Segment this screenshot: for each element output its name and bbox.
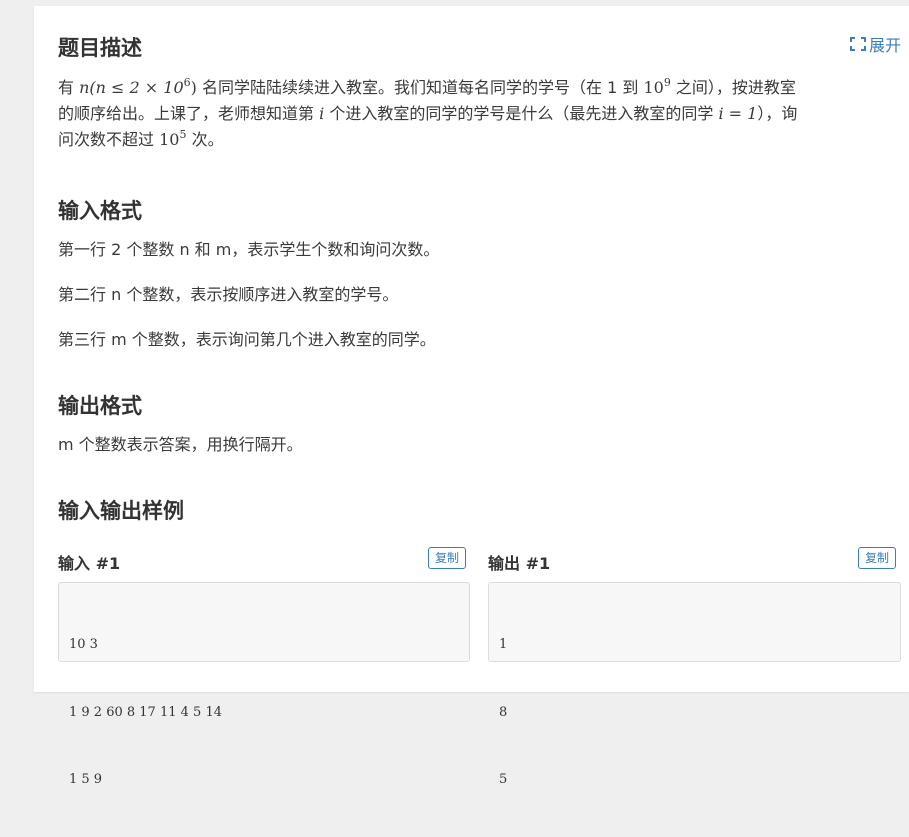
copy-input-button[interactable]: 复制 (428, 547, 467, 569)
problem-card: 题目描述 展开 有 n(n ≤ 2 × 106) 名同学陆陆续续进入教室。我们知… (34, 6, 909, 787)
input-format-line-3: 第三行 m 个整数，表示询问第几个进入教室的同学。 (58, 330, 436, 349)
sample-input-line: 10 3 (69, 637, 98, 652)
section-title-description: 题目描述 (58, 36, 142, 60)
sample-output-box[interactable]: 1 8 5 (488, 582, 901, 787)
section-title-input-format: 输入格式 (58, 199, 142, 223)
sample-input-line: 1 5 9 (69, 772, 103, 787)
input-format-line-1: 第一行 2 个整数 n 和 m，表示学生个数和询问次数。 (58, 240, 440, 259)
section-title-output-format: 输出格式 (58, 394, 142, 418)
expand-button[interactable]: 展开 (849, 32, 901, 56)
sample-input-line: 1 9 2 60 8 17 11 4 5 14 (69, 704, 222, 720)
sample-output-line: 1 (499, 637, 508, 652)
sample-input-box[interactable]: 10 3 1 9 2 60 8 17 11 4 5 14 1 5 9 (58, 582, 470, 787)
sample-output-line: 5 (499, 772, 508, 787)
expand-icon (849, 37, 866, 51)
input-format-line-2: 第二行 n 个整数，表示按顺序进入教室的学号。 (58, 285, 399, 304)
sample-output-label: 输出 #1 (488, 554, 551, 573)
copy-output-button[interactable]: 复制 (858, 547, 897, 569)
sample-output-line: 8 (499, 704, 508, 720)
section-title-samples: 输入输出样例 (58, 499, 184, 523)
sample-input-label: 输入 #1 (58, 554, 121, 573)
expand-label: 展开 (868, 36, 901, 55)
output-format-line-1: m 个整数表示答案，用换行隔开。 (58, 435, 303, 454)
problem-description: 有 n(n ≤ 2 × 106) 名同学陆陆续续进入教室。我们知道每名同学的学号… (58, 76, 798, 149)
